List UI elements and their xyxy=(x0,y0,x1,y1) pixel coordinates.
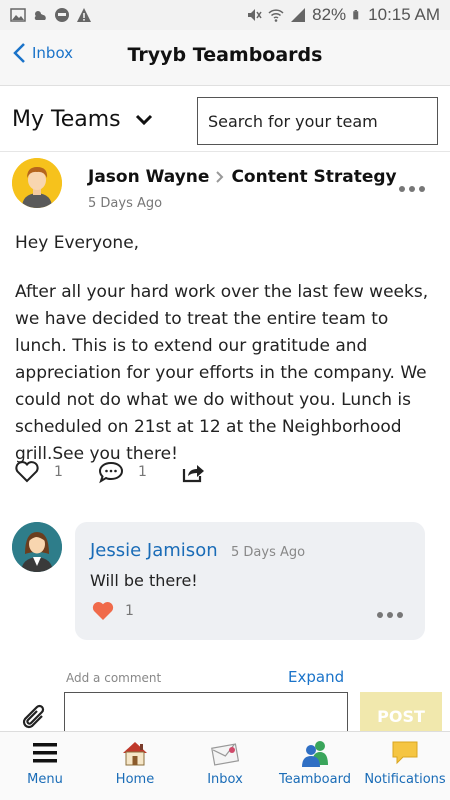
expand-link[interactable]: Expand xyxy=(288,668,344,686)
nav-menu-label: Menu xyxy=(27,772,63,787)
nav-home-label: Home xyxy=(115,772,155,787)
post-author[interactable]: Jason Wayne xyxy=(88,167,209,187)
post-actions: 1 1 xyxy=(14,460,434,490)
menu-icon xyxy=(33,743,57,763)
bottom-nav: Menu Home Inbox Teamboard Notifications xyxy=(0,731,450,800)
person-avatar-icon xyxy=(12,522,62,572)
nav-inbox[interactable]: Inbox xyxy=(180,732,270,800)
clock: 10:15 AM xyxy=(368,5,440,24)
gallery-icon xyxy=(10,8,26,22)
heart-outline-icon xyxy=(15,461,39,483)
add-comment-label: Add a comment xyxy=(66,671,162,685)
status-bar: 82% 10:15 AM xyxy=(0,0,450,30)
nav-teamboard[interactable]: Teamboard xyxy=(270,732,360,800)
team-dropdown-label: My Teams xyxy=(12,107,121,132)
post-more-button[interactable] xyxy=(399,186,425,192)
comment-author[interactable]: Jessie Jamison xyxy=(90,540,218,561)
weather-icon xyxy=(34,11,46,20)
post-team[interactable]: Content Strategy xyxy=(231,167,396,187)
page-title: Tryyb Teamboards xyxy=(127,44,323,66)
share-button[interactable] xyxy=(180,460,206,484)
status-icons-left xyxy=(10,7,92,23)
battery-icon xyxy=(353,10,359,20)
dot xyxy=(399,186,405,192)
comment-button[interactable]: 1 xyxy=(98,460,147,484)
team-dropdown[interactable]: My Teams xyxy=(12,107,153,132)
comment-timestamp: 5 Days Ago xyxy=(231,545,306,560)
app-header: Inbox Tryyb Teamboards xyxy=(0,30,450,86)
comment-input[interactable] xyxy=(64,692,348,736)
person-avatar-icon xyxy=(12,158,62,208)
comment-text: Will be there! xyxy=(90,571,198,590)
nav-menu[interactable]: Menu xyxy=(0,732,90,800)
dot xyxy=(419,186,425,192)
dot xyxy=(377,612,383,618)
post-button[interactable]: POST xyxy=(360,692,442,736)
comment-more-button[interactable] xyxy=(377,612,403,618)
nav-notifications-label: Notifications xyxy=(364,772,446,787)
post-message: After all your hard work over the last f… xyxy=(15,282,429,464)
dot xyxy=(409,186,415,192)
nav-inbox-label: Inbox xyxy=(207,772,243,787)
face-icon xyxy=(55,8,69,22)
post-author-line: Jason Wayne Content Strategy xyxy=(88,167,397,187)
nav-notifications[interactable]: Notifications xyxy=(360,732,450,800)
nav-teamboard-label: Teamboard xyxy=(279,772,351,787)
post-timestamp: 5 Days Ago xyxy=(88,196,163,211)
paperclip-icon[interactable] xyxy=(20,700,48,730)
status-icons-right: 82% 10:15 AM xyxy=(246,5,440,25)
dot xyxy=(397,612,403,618)
mute-icon xyxy=(248,9,262,21)
warning-icon xyxy=(77,8,91,22)
chevron-down-icon xyxy=(135,114,152,125)
signal-icon xyxy=(291,8,306,22)
dot xyxy=(387,612,393,618)
chevron-right-icon xyxy=(216,171,224,183)
heart-filled-icon xyxy=(92,602,114,620)
comment-like-button[interactable]: 1 xyxy=(91,600,134,622)
wifi-icon xyxy=(268,9,284,22)
comment-bubble: Jessie Jamison 5 Days Ago Will be there!… xyxy=(75,522,425,640)
avatar[interactable] xyxy=(12,158,62,208)
comment-like-count: 1 xyxy=(125,603,134,619)
like-button[interactable]: 1 xyxy=(14,460,63,484)
comment-bubble-icon xyxy=(98,461,124,484)
battery-percent: 82% xyxy=(312,5,347,24)
like-count: 1 xyxy=(54,464,63,480)
post-greeting: Hey Everyone, xyxy=(15,233,140,253)
commenter-avatar[interactable] xyxy=(12,522,62,572)
comment-count: 1 xyxy=(138,464,147,480)
nav-home[interactable]: Home xyxy=(90,732,180,800)
share-icon xyxy=(182,465,204,483)
teamboard-icon xyxy=(302,741,328,767)
team-search-input[interactable] xyxy=(197,97,438,145)
inbox-icon xyxy=(211,743,240,766)
home-icon xyxy=(123,742,147,766)
post-body: Hey Everyone, After all your hard work o… xyxy=(15,230,440,468)
notifications-icon xyxy=(392,741,418,765)
team-selector-row: My Teams xyxy=(0,90,450,152)
